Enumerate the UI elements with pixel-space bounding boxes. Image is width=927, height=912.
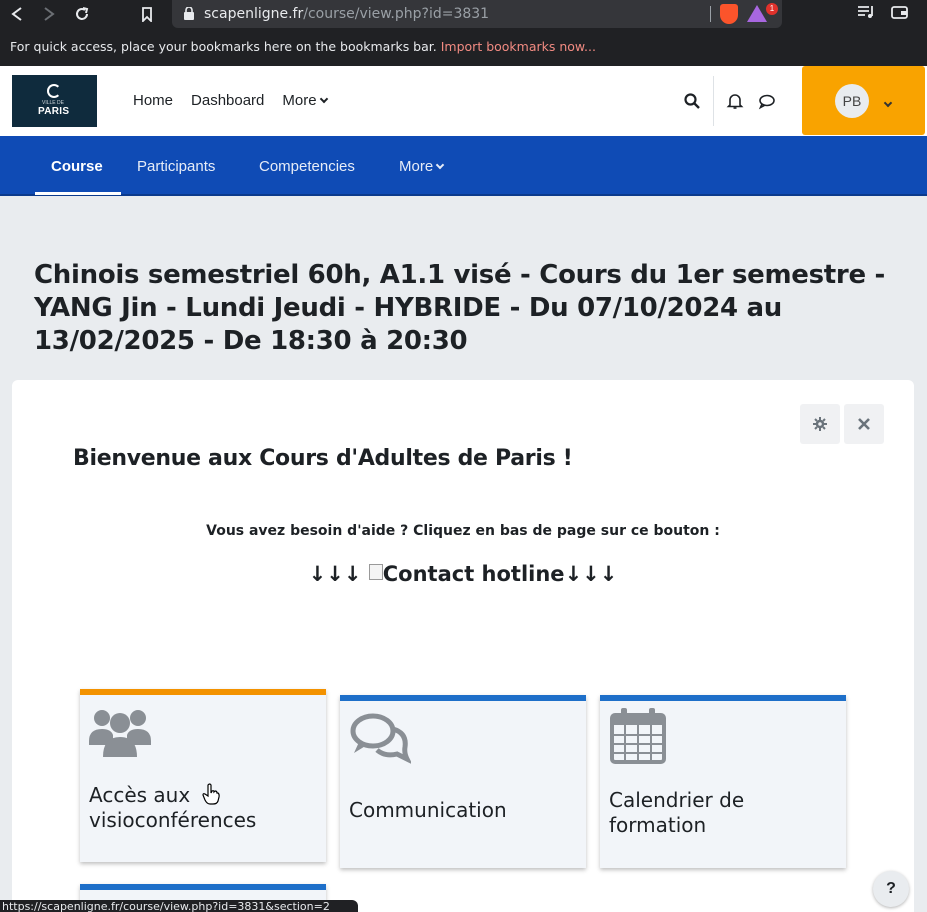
broken-image-icon [368, 564, 383, 580]
arrows-right: ↓↓↓ [564, 562, 618, 586]
avatar: PB [835, 84, 869, 118]
lock-icon [184, 7, 194, 20]
browser-toolbar: scapenligne.fr/course/view.php?id=3831 1 [0, 0, 927, 29]
tile-color-bar [80, 689, 326, 695]
brave-shields-icon[interactable] [720, 4, 738, 24]
playlist-icon[interactable] [857, 4, 875, 24]
nav-home[interactable]: Home [133, 92, 173, 109]
chevron-down-icon [435, 160, 445, 170]
url-text: scapenligne.fr/course/view.php?id=3831 [204, 6, 490, 22]
users-icon [89, 710, 151, 757]
site-header: VILLE DE PARIS Home Dashboard More PB [0, 66, 927, 136]
tile-color-bar [600, 695, 846, 701]
bookmark-icon[interactable] [136, 3, 158, 25]
status-bar-url: https://scapenligne.fr/course/view.php?i… [0, 900, 358, 912]
import-bookmarks-link[interactable]: Import bookmarks now... [441, 39, 596, 54]
chevron-down-icon [881, 96, 893, 114]
gear-icon[interactable] [800, 404, 840, 444]
logo-text: PARIS [38, 106, 70, 117]
nav-more-label: More [282, 92, 317, 109]
user-menu[interactable]: PB [802, 66, 925, 135]
page-title: Chinois semestriel 60h, A1.1 visé - Cour… [34, 260, 886, 356]
tile-color-bar [80, 884, 326, 890]
tab-more[interactable]: More [399, 158, 445, 175]
tab-participants[interactable]: Participants [137, 158, 215, 175]
tile-label: Calendrier de formation [609, 788, 745, 837]
hotline-line: ↓↓↓ Contact hotline↓↓↓ [12, 562, 914, 586]
forward-icon[interactable] [38, 3, 60, 25]
arrows-left: ↓↓↓ [308, 562, 362, 586]
bell-icon[interactable] [726, 92, 744, 110]
brave-rewards-icon[interactable] [747, 5, 767, 22]
back-icon[interactable] [6, 3, 28, 25]
tab-competencies[interactable]: Competencies [259, 158, 355, 175]
hand-cursor-icon [202, 783, 220, 805]
search-icon[interactable] [683, 92, 701, 110]
wallet-icon[interactable] [891, 4, 909, 24]
bookmarks-bar: For quick access, place your bookmarks h… [0, 29, 927, 66]
tile-visio[interactable]: Accès aux visioconférences [80, 689, 326, 862]
logo-mark-icon [47, 84, 61, 98]
paris-logo[interactable]: VILLE DE PARIS [12, 75, 97, 127]
bookmarks-prompt: For quick access, place your bookmarks h… [10, 39, 437, 54]
chevron-down-icon [319, 94, 328, 104]
tile-calendar[interactable]: Calendrier de formation [600, 695, 846, 868]
help-button[interactable]: ? [873, 871, 909, 907]
primary-nav: Home Dashboard More [133, 92, 328, 109]
rewards-badge: 1 [766, 3, 778, 15]
tile-label: Communication [349, 798, 507, 822]
divider [710, 6, 711, 22]
tab-course[interactable]: Course [51, 158, 103, 175]
help-text: Vous avez besoin d'aide ? Cliquez en bas… [206, 523, 720, 539]
tile-color-bar [340, 695, 586, 701]
nav-more[interactable]: More [282, 92, 328, 109]
active-tab-indicator [35, 192, 121, 195]
address-bar[interactable]: scapenligne.fr/course/view.php?id=3831 1 [172, 0, 782, 28]
tile-communication[interactable]: Communication [340, 695, 586, 868]
welcome-heading: Bienvenue aux Cours d'Adultes de Paris ! [73, 446, 573, 471]
close-icon[interactable] [844, 404, 884, 444]
reload-icon[interactable] [71, 3, 93, 25]
message-icon[interactable] [758, 92, 776, 110]
calendar-icon [610, 708, 666, 764]
tab-more-label: More [399, 158, 434, 175]
header-divider [713, 76, 714, 126]
nav-dashboard[interactable]: Dashboard [191, 92, 264, 109]
comments-icon [350, 713, 411, 764]
hotline-image-alt[interactable]: Contact hotline [383, 562, 565, 586]
secondary-nav: Course Participants Competencies More [0, 136, 927, 196]
